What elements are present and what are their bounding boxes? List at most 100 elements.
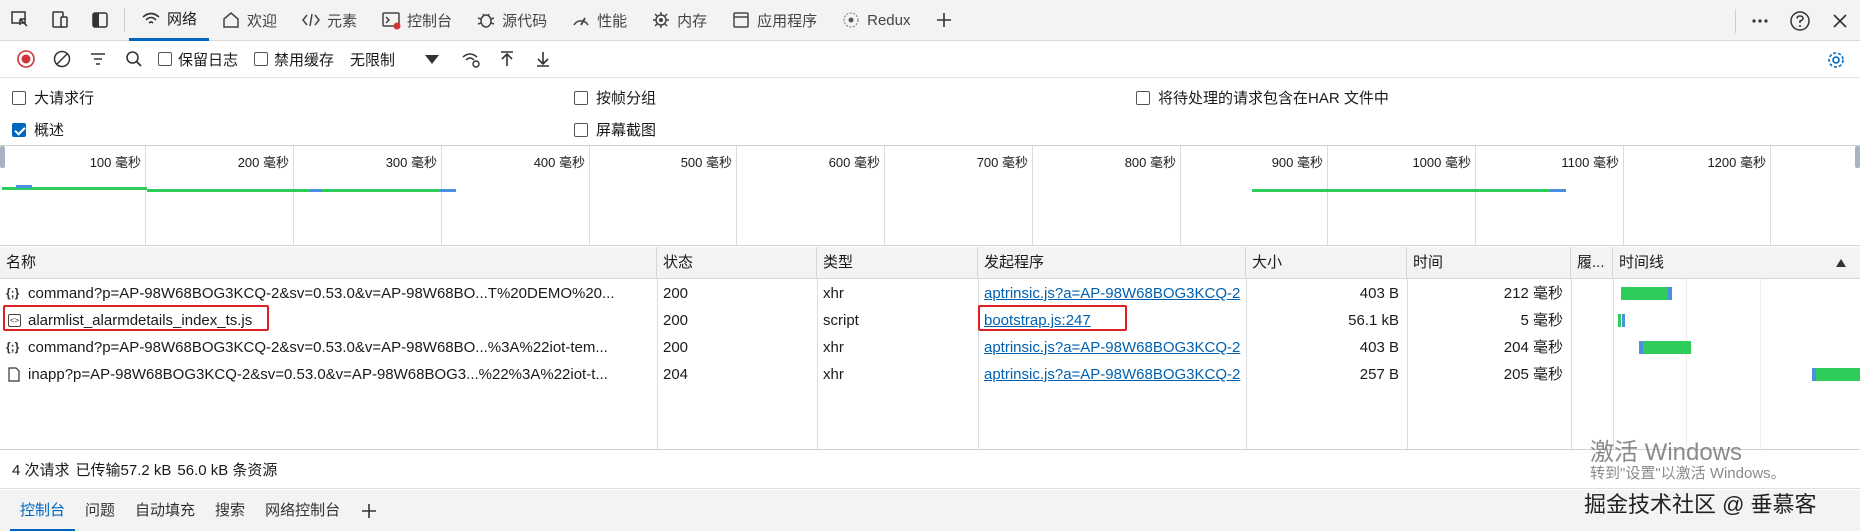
overview-right-handle[interactable] — [1855, 146, 1860, 168]
search-button[interactable] — [116, 41, 152, 78]
gear-icon — [1828, 51, 1844, 68]
tab-welcome[interactable]: 欢迎 — [209, 0, 289, 41]
request-initiator-link[interactable]: aptrinsic.js?a=AP-98W68BOG3KCQ-2 — [978, 361, 1246, 388]
site-watermark: 掘金技术社区 @ 垂慕客 — [1584, 492, 1817, 517]
request-initiator-link[interactable]: aptrinsic.js?a=AP-98W68BOG3KCQ-2 — [978, 334, 1246, 361]
tab-sources[interactable]: 源代码 — [464, 0, 559, 41]
checkbox-box[interactable] — [12, 122, 26, 137]
export-har-button[interactable] — [525, 41, 561, 78]
overview-tick-label: 1100 毫秒 — [1561, 155, 1619, 170]
tab-network[interactable]: 网络 — [129, 0, 210, 41]
upload-icon — [501, 51, 514, 66]
request-type: script — [823, 312, 859, 329]
waterfall-bar — [1643, 341, 1691, 354]
performance-icon — [573, 17, 589, 26]
request-size: 257 B — [1359, 366, 1399, 383]
large-rows-checkbox[interactable]: 大请求行 — [12, 87, 94, 108]
column-header-type[interactable]: 类型 — [817, 247, 978, 279]
disable-cache-checkbox[interactable]: 禁用缓存 — [254, 49, 334, 70]
request-name: command?p=AP-98W68BOG3KCQ-2&sv=0.53.0&v=… — [28, 339, 608, 356]
overview-request-bar — [1550, 189, 1566, 192]
sort-ascending-icon[interactable] — [1836, 259, 1846, 267]
plus-icon — [937, 13, 952, 27]
windows-activation-subtitle: 转到"设置"以激活 Windows。 — [1590, 465, 1786, 482]
column-header-time[interactable]: 时间 — [1407, 247, 1571, 279]
network-overview[interactable]: 100 毫秒 200 毫秒 300 毫秒 400 毫秒 500 毫秒 600 毫… — [0, 145, 1860, 246]
clear-button[interactable] — [44, 41, 80, 78]
har-pending-checkbox[interactable]: 将待处理的请求包含在HAR 文件中 — [1136, 87, 1389, 108]
table-row[interactable]: inapp?p=AP-98W68BOG3KCQ-2&sv=0.53.0&v=AP… — [0, 361, 1860, 388]
column-header-initiator[interactable]: 发起程序 — [978, 247, 1246, 279]
overview-tick-label: 100 毫秒 — [89, 155, 141, 170]
add-drawer-tab-button[interactable] — [350, 490, 388, 531]
tab-application[interactable]: 应用程序 — [719, 0, 829, 41]
drawer-tab-issues[interactable]: 问题 — [75, 490, 125, 531]
table-row[interactable]: {;} command?p=AP-98W68BOG3KCQ-2&sv=0.53.… — [0, 334, 1860, 361]
column-header-waterfall[interactable]: 时间线 — [1613, 247, 1833, 279]
drawer-tab-search[interactable]: 搜索 — [205, 490, 255, 531]
more-options-icon[interactable] — [1740, 0, 1780, 41]
tab-redux[interactable]: Redux — [829, 0, 922, 41]
preserve-log-label: 保留日志 — [178, 51, 239, 69]
tab-label: 网络 — [167, 11, 198, 28]
network-conditions-button[interactable] — [453, 41, 489, 78]
overview-label: 概述 — [34, 122, 65, 139]
table-row[interactable]: <> alarmlist_alarmdetails_index_ts.js 20… — [0, 307, 1860, 334]
add-tab-button[interactable] — [922, 0, 966, 41]
application-icon — [733, 12, 749, 28]
tab-label: 内存 — [677, 12, 708, 30]
table-row[interactable]: {;} command?p=AP-98W68BOG3KCQ-2&sv=0.53.… — [0, 280, 1860, 307]
inspect-element-icon[interactable] — [0, 0, 40, 41]
bug-icon — [477, 13, 495, 28]
drawer-tab-console[interactable]: 控制台 — [10, 490, 76, 531]
overview-interval: 600 毫秒 — [737, 146, 885, 246]
column-header-size[interactable]: 大小 — [1246, 247, 1407, 279]
screenshots-checkbox[interactable]: 屏幕截图 — [574, 119, 656, 140]
filter-icon — [91, 53, 105, 65]
column-header-name[interactable]: 名称 — [0, 247, 657, 279]
network-settings-button[interactable] — [1818, 41, 1854, 78]
checkbox-box[interactable] — [158, 52, 172, 66]
tab-memory[interactable]: 内存 — [639, 0, 719, 41]
close-devtools-icon[interactable] — [1820, 0, 1860, 41]
checkbox-box[interactable] — [1136, 90, 1150, 105]
drawer-tab-bar: 控制台 问题 自动填充 搜索 网络控制台 — [0, 490, 1860, 531]
checkbox-box[interactable] — [574, 122, 588, 137]
checkbox-box[interactable] — [12, 90, 26, 105]
drawer-tab-network-console[interactable]: 网络控制台 — [255, 490, 350, 531]
tab-console[interactable]: 控制台 — [369, 0, 464, 41]
request-status: 200 — [663, 285, 689, 302]
device-emulation-icon[interactable] — [40, 0, 80, 41]
overview-request-bar — [147, 189, 447, 192]
throttle-select[interactable]: 无限制 — [350, 49, 440, 70]
tab-performance[interactable]: 性能 — [559, 0, 639, 41]
dock-side-icon[interactable] — [80, 0, 120, 41]
help-icon[interactable] — [1780, 0, 1820, 41]
overview-interval: 800 毫秒 — [1033, 146, 1181, 246]
overview-checkbox[interactable]: 概述 — [12, 119, 64, 140]
overview-tick-label: 700 毫秒 — [976, 155, 1028, 170]
overview-tick-label: 600 毫秒 — [828, 155, 880, 170]
column-header-status[interactable]: 状态 — [657, 247, 817, 279]
tab-label: 性能 — [597, 12, 628, 30]
network-summary-bar: 4 次请求 已传输57.2 kB 56.0 kB 条资源 — [0, 451, 1860, 489]
filter-button[interactable] — [80, 41, 116, 78]
redux-icon — [843, 12, 859, 28]
large-rows-label: 大请求行 — [34, 90, 95, 107]
waterfall-bar — [1618, 314, 1621, 327]
checkbox-box[interactable] — [254, 52, 269, 66]
request-initiator-link[interactable]: aptrinsic.js?a=AP-98W68BOG3KCQ-2 — [978, 280, 1246, 307]
checkbox-box[interactable] — [574, 90, 588, 105]
overview-interval: 100 毫秒 — [0, 146, 146, 246]
chevron-down-icon — [425, 54, 440, 64]
tab-elements[interactable]: 元素 — [289, 0, 369, 41]
drawer-tab-autofill[interactable]: 自动填充 — [125, 490, 205, 531]
overview-request-bar — [310, 189, 322, 192]
record-button[interactable] — [8, 41, 44, 78]
json-icon: {;} — [6, 286, 20, 300]
preserve-log-checkbox[interactable]: 保留日志 — [158, 49, 238, 70]
overview-tick-label: 1200 毫秒 — [1707, 155, 1766, 170]
import-har-button[interactable] — [489, 41, 525, 78]
column-header-fulfilled[interactable]: 履... — [1571, 247, 1613, 279]
group-by-frame-checkbox[interactable]: 按帧分组 — [574, 87, 656, 108]
